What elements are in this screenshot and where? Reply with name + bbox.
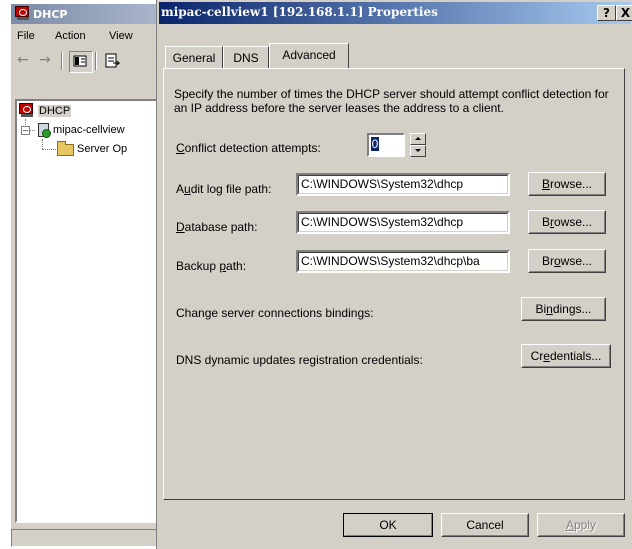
ok-button[interactable]: OK [343, 513, 433, 537]
audit-browse-button[interactable]: Browse... [528, 172, 606, 196]
credentials-label: DNS dynamic updates registration credent… [176, 353, 423, 367]
tree-label-dhcp: DHCP [38, 105, 72, 117]
tree-connector [30, 130, 35, 131]
properties-dialog: mipac-cellview1 [192.168.1.1] Properties… [156, 0, 632, 549]
server-icon [38, 123, 51, 138]
spin-down-button[interactable] [410, 145, 426, 157]
backup-browse-button[interactable]: Browse... [528, 249, 606, 273]
dialog-title-bar[interactable]: mipac-cellview1 [192.168.1.1] Properties… [159, 2, 632, 24]
arrow-down-icon [415, 149, 421, 152]
toolbar-separator [95, 52, 97, 70]
dialog-title: mipac-cellview1 [192.168.1.1] Properties [161, 5, 438, 19]
dhcp-console-window: DHCP File Action View ← → DHCP – mipac-c… [10, 3, 159, 547]
console-tree: DHCP – mipac-cellview Server Op [15, 99, 159, 523]
dhcp-icon [15, 6, 31, 21]
console-status-bar [11, 529, 159, 547]
conflict-attempts-spinner[interactable]: 0 [367, 133, 405, 157]
forward-arrow-icon[interactable]: → [39, 52, 51, 70]
audit-log-label: Audit log file path: [176, 182, 272, 196]
arrow-up-icon [415, 137, 421, 140]
bindings-button[interactable]: Bindings... [521, 297, 606, 321]
spin-up-button[interactable] [410, 133, 426, 145]
export-list-icon[interactable] [101, 51, 125, 73]
tab-dns[interactable]: DNS [223, 46, 269, 68]
tree-connector [42, 149, 56, 150]
toolbar-separator [61, 52, 63, 70]
back-arrow-icon[interactable]: ← [17, 52, 29, 70]
console-title: DHCP [33, 8, 68, 21]
menu-view[interactable]: View [109, 30, 133, 42]
tab-general[interactable]: General [165, 46, 223, 68]
database-path-field[interactable]: C:\WINDOWS\System32\dhcp [296, 211, 510, 234]
database-browse-button[interactable]: Browse... [528, 210, 606, 234]
audit-log-path-field[interactable]: C:\WINDOWS\System32\dhcp [296, 173, 510, 196]
console-menu-bar: File Action View [11, 26, 159, 46]
tree-node-dhcp[interactable]: DHCP [19, 103, 89, 119]
tree-node-server[interactable]: – mipac-cellview [19, 121, 159, 139]
dhcp-icon [19, 103, 35, 118]
bindings-label: Change server connections bindings: [176, 306, 374, 320]
backup-path-field[interactable]: C:\WINDOWS\System32\dhcp\ba [296, 250, 510, 273]
tree-node-server-options[interactable]: Server Op [37, 141, 159, 157]
apply-button[interactable]: Apply [537, 513, 625, 537]
tab-advanced[interactable]: Advanced [269, 43, 349, 68]
conflict-attempts-label: Conflict detection attempts: [176, 141, 321, 155]
backup-path-label: Backup path: [176, 259, 247, 273]
folder-icon [57, 141, 74, 156]
console-title-bar[interactable]: DHCP [11, 4, 159, 24]
close-button[interactable]: X [616, 5, 632, 21]
menu-action[interactable]: Action [55, 30, 86, 42]
advanced-tab-panel: Specify the number of times the DHCP ser… [163, 68, 625, 500]
help-button[interactable]: ? [597, 5, 616, 21]
tree-label-server-options: Server Op [77, 143, 128, 155]
conflict-attempts-value[interactable]: 0 [371, 137, 379, 151]
show-hide-tree-icon[interactable] [69, 51, 93, 73]
credentials-button[interactable]: Credentials... [521, 344, 611, 368]
database-path-label: Database path: [176, 220, 258, 234]
collapse-icon[interactable]: – [21, 126, 30, 135]
console-toolbar: ← → [11, 48, 159, 74]
conflict-description: Specify the number of times the DHCP ser… [174, 87, 609, 115]
cancel-button[interactable]: Cancel [441, 513, 529, 537]
menu-file[interactable]: File [17, 30, 35, 42]
tree-label-server: mipac-cellview [53, 124, 125, 136]
